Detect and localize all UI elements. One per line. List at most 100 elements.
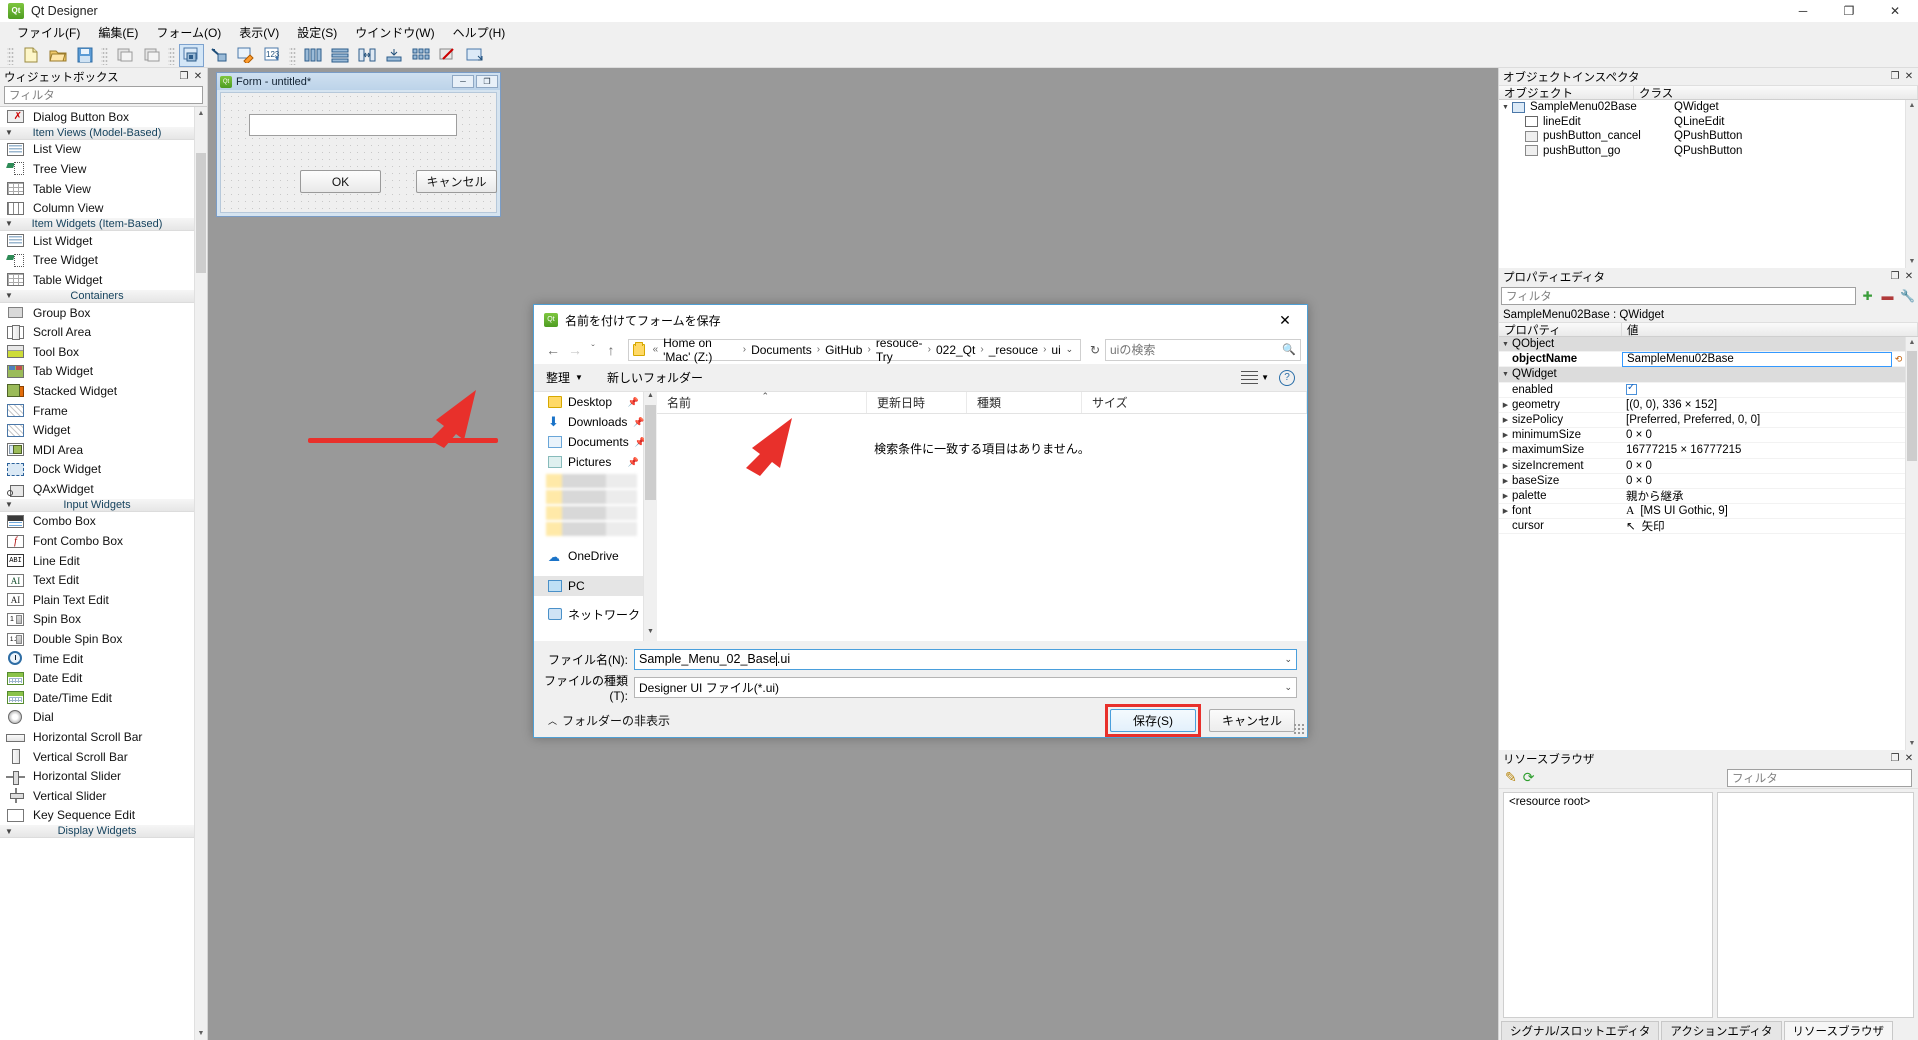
- redo-button[interactable]: [139, 44, 164, 67]
- tab-action-editor[interactable]: アクションエディタ: [1661, 1021, 1782, 1040]
- widget-item-table-view[interactable]: Table View: [0, 179, 194, 199]
- property-filter-input[interactable]: フィルタ: [1501, 287, 1856, 305]
- column-header-type[interactable]: 種類: [967, 392, 1082, 413]
- chevron-right-icon[interactable]: ▶: [1499, 446, 1512, 454]
- toolbar-grip-4[interactable]: [289, 45, 296, 65]
- widget-item-tree-widget[interactable]: Tree Widget: [0, 251, 194, 271]
- new-folder-button[interactable]: 新しいフォルダー: [607, 369, 703, 386]
- chevron-right-icon[interactable]: ▶: [1499, 507, 1512, 515]
- widget-item-text-edit[interactable]: AI Text Edit: [0, 570, 194, 590]
- edit-widgets-button[interactable]: [179, 43, 204, 67]
- property-value[interactable]: [MS UI Gothic, 9]: [1640, 505, 1728, 517]
- scrollbar-thumb[interactable]: [196, 153, 206, 273]
- configure-icon[interactable]: 🔧: [1899, 288, 1916, 305]
- form-ok-button[interactable]: OK: [300, 170, 381, 193]
- form-line-edit[interactable]: [249, 114, 457, 136]
- tab-signal-slot-editor[interactable]: シグナル/スロットエディタ: [1501, 1021, 1660, 1040]
- layout-form-button[interactable]: [381, 44, 406, 67]
- resource-preview[interactable]: [1717, 792, 1914, 1018]
- place-network[interactable]: ネットワーク: [534, 604, 643, 624]
- search-input[interactable]: uiの検索 🔍: [1105, 338, 1301, 361]
- layout-vertically-button[interactable]: [327, 44, 352, 67]
- widget-item-qax-widget[interactable]: QAxWidget: [0, 479, 194, 499]
- resource-browser-close-button[interactable]: ✕: [1902, 752, 1916, 766]
- property-row-palette[interactable]: ▶ palette 親から継承: [1499, 488, 1905, 505]
- cancel-button[interactable]: キャンセル: [1208, 708, 1295, 732]
- menu-window[interactable]: ウインドウ(W): [346, 22, 443, 43]
- edit-signals-slots-button[interactable]: [206, 44, 231, 67]
- scroll-down-icon[interactable]: ▼: [644, 628, 657, 641]
- forward-button[interactable]: →: [564, 339, 586, 361]
- property-editor-close-button[interactable]: ✕: [1902, 270, 1916, 284]
- column-header-name[interactable]: ⌃ 名前: [657, 391, 867, 413]
- widget-item-dial[interactable]: Dial: [0, 708, 194, 728]
- breadcrumb-item-0[interactable]: Home on 'Mac' (Z:): [661, 336, 740, 364]
- property-value[interactable]: 0 × 0: [1622, 429, 1905, 441]
- chevron-right-icon[interactable]: ▶: [1499, 477, 1512, 485]
- toolbar-grip-2[interactable]: [101, 45, 108, 65]
- object-row-lineedit[interactable]: lineEdit QLineEdit: [1499, 115, 1905, 130]
- widget-item-date-edit[interactable]: Date Edit: [0, 668, 194, 688]
- property-row-geometry[interactable]: ▶ geometry [(0, 0), 336 × 152]: [1499, 398, 1905, 413]
- edit-buddies-button[interactable]: [233, 44, 258, 67]
- file-name-input[interactable]: Sample_Menu_02_Base .ui ⌄: [634, 648, 1297, 670]
- up-button[interactable]: ↑: [600, 339, 622, 361]
- property-group-qwidget[interactable]: ▼ QWidget: [1499, 367, 1905, 383]
- scroll-down-icon[interactable]: ▼: [1906, 738, 1918, 750]
- place-onedrive[interactable]: ☁ OneDrive: [534, 546, 643, 566]
- widget-category-display-widgets[interactable]: ▼ Display Widgets: [0, 825, 194, 839]
- widget-category-input-widgets[interactable]: ▼ Input Widgets: [0, 498, 194, 512]
- property-value[interactable]: 親から継承: [1622, 488, 1905, 504]
- widget-item-scroll-area[interactable]: Scroll Area: [0, 322, 194, 342]
- chevron-right-icon[interactable]: ▶: [1499, 492, 1512, 500]
- scroll-up-icon[interactable]: ▲: [195, 107, 207, 120]
- breadcrumb-item-5[interactable]: _resouce: [987, 343, 1040, 357]
- chevron-right-icon[interactable]: ▶: [1499, 462, 1512, 470]
- form-window[interactable]: Qt Form - untitled* ─ ❐ OK キャンセル: [216, 72, 501, 217]
- column-header-size[interactable]: サイズ: [1082, 392, 1307, 413]
- toolbar-grip-3[interactable]: [168, 45, 175, 65]
- widget-item-column-view[interactable]: Column View: [0, 198, 194, 218]
- property-row-font[interactable]: ▶ font A [MS UI Gothic, 9]: [1499, 504, 1905, 520]
- recent-locations-button[interactable]: ˇ: [586, 339, 600, 361]
- chevron-right-icon[interactable]: ▶: [1499, 416, 1512, 424]
- scroll-up-icon[interactable]: ▲: [644, 392, 657, 405]
- resource-tree[interactable]: <resource root>: [1503, 792, 1713, 1018]
- open-form-button[interactable]: [45, 44, 70, 67]
- chevron-down-icon[interactable]: ⌄: [1284, 654, 1292, 665]
- back-button[interactable]: ←: [542, 339, 564, 361]
- property-value[interactable]: 16777215 × 16777215: [1622, 444, 1905, 456]
- property-value[interactable]: [(0, 0), 336 × 152]: [1622, 399, 1905, 411]
- column-header-property[interactable]: プロパティ: [1499, 323, 1622, 337]
- property-row-maximumsize[interactable]: ▶ maximumSize 16777215 × 16777215: [1499, 443, 1905, 459]
- resize-grip[interactable]: [1293, 723, 1305, 735]
- tab-resource-browser[interactable]: リソースブラウザ: [1783, 1021, 1893, 1040]
- widget-item-frame[interactable]: Frame: [0, 401, 194, 421]
- menu-file[interactable]: ファイル(F): [8, 22, 89, 43]
- hide-folders-toggle[interactable]: ︿ フォルダーの非表示: [548, 712, 670, 729]
- object-row-pushbutton-cancel[interactable]: pushButton_cancel QPushButton: [1499, 129, 1905, 144]
- object-row-pushbutton-go[interactable]: pushButton_go QPushButton: [1499, 144, 1905, 159]
- chevron-down-icon[interactable]: ⌄: [1284, 682, 1292, 693]
- close-button[interactable]: ✕: [1872, 0, 1918, 22]
- place-blurred-2[interactable]: [546, 490, 637, 504]
- reload-icon[interactable]: ⟳: [1523, 769, 1535, 786]
- widget-box-close-button[interactable]: ✕: [191, 70, 205, 84]
- breadcrumb-item-2[interactable]: GitHub: [823, 343, 864, 357]
- property-row-basesize[interactable]: ▶ baseSize 0 × 0: [1499, 474, 1905, 489]
- menu-view[interactable]: 表示(V): [230, 22, 288, 43]
- property-editor-scrollbar[interactable]: ▲ ▼: [1905, 337, 1918, 750]
- chevron-right-icon[interactable]: ▶: [1499, 401, 1512, 409]
- widget-item-date-time-edit[interactable]: Date/Time Edit: [0, 688, 194, 708]
- property-value[interactable]: 0 × 0: [1622, 475, 1905, 487]
- chevron-right-icon[interactable]: ▶: [1499, 431, 1512, 439]
- widget-item-font-combo-box[interactable]: f Font Combo Box: [0, 531, 194, 551]
- breadcrumb-item-1[interactable]: Documents: [749, 343, 814, 357]
- break-layout-button[interactable]: [435, 44, 460, 67]
- widget-box-filter-input[interactable]: フィルタ: [4, 86, 203, 104]
- place-pictures[interactable]: Pictures 📌: [534, 452, 643, 472]
- new-form-button[interactable]: [18, 44, 43, 67]
- menu-form[interactable]: フォーム(O): [147, 22, 230, 43]
- chevron-down-icon[interactable]: ▼: [1499, 341, 1512, 348]
- scrollbar-thumb[interactable]: [1907, 351, 1917, 461]
